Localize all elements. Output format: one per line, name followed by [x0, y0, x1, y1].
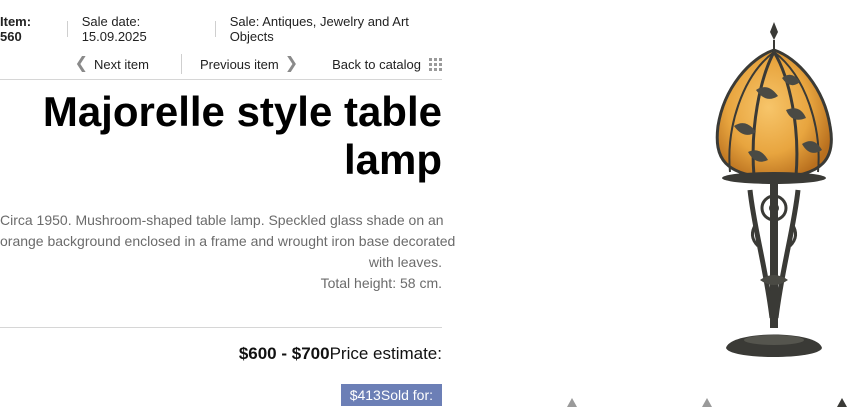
- product-image[interactable]: [690, 18, 850, 370]
- price-estimate-value: $600 - $700: [238, 344, 330, 363]
- description-line: Total height: 58 cm.: [320, 275, 442, 291]
- previous-item-link[interactable]: Previous item ❯: [200, 56, 298, 72]
- page-title: Majorelle style table lamp: [42, 88, 442, 183]
- sold-value: $413: [349, 387, 381, 403]
- description-line: with leaves.: [368, 254, 442, 270]
- next-item-label: Next item: [94, 56, 149, 72]
- back-to-catalog-label: Back to catalog: [332, 56, 421, 72]
- thumbnail-marker[interactable]: [567, 398, 577, 407]
- chevron-left-icon: ❮: [74, 55, 89, 72]
- description-line: orange background enclosed in a frame an…: [0, 233, 456, 249]
- sold-badge: $413Sold for:: [340, 384, 442, 406]
- divider: [180, 54, 182, 74]
- back-to-catalog-link[interactable]: Back to catalog: [332, 57, 442, 72]
- previous-item-label: Previous item: [199, 56, 279, 72]
- sold-label: Sold for:: [380, 387, 433, 403]
- chevron-right-icon: ❯: [284, 55, 299, 72]
- next-item-link[interactable]: ❮ Next item: [75, 56, 149, 72]
- grid-icon: [429, 57, 442, 71]
- divider: [66, 21, 68, 37]
- item-navigation: ❮ Next item Previous item ❯ Back to cata…: [75, 54, 442, 74]
- divider: [214, 21, 216, 37]
- price-estimate: $600 - $700Price estimate:: [239, 344, 442, 364]
- item-meta-bar: Item: 560 Sale date: 15.09.2025 Sale: An…: [0, 14, 442, 44]
- sale-date: Sale date: 15.09.2025: [81, 14, 147, 44]
- item-description: Circa 1950. Mushroom-shaped table lamp. …: [0, 210, 456, 294]
- thumbnail-marker[interactable]: [837, 398, 847, 407]
- item-details: Item: 560 Sale date: 15.09.2025 Sale: An…: [0, 0, 456, 407]
- divider: [0, 327, 442, 328]
- price-estimate-label: Price estimate:: [329, 344, 442, 363]
- sale-name[interactable]: Sale: Antiques, Jewelry and Art Objects: [230, 14, 442, 44]
- description-line: Circa 1950. Mushroom-shaped table lamp. …: [0, 212, 444, 228]
- divider: [0, 79, 442, 80]
- thumbnail-marker[interactable]: [702, 398, 712, 407]
- item-number: Item: 560: [0, 14, 32, 44]
